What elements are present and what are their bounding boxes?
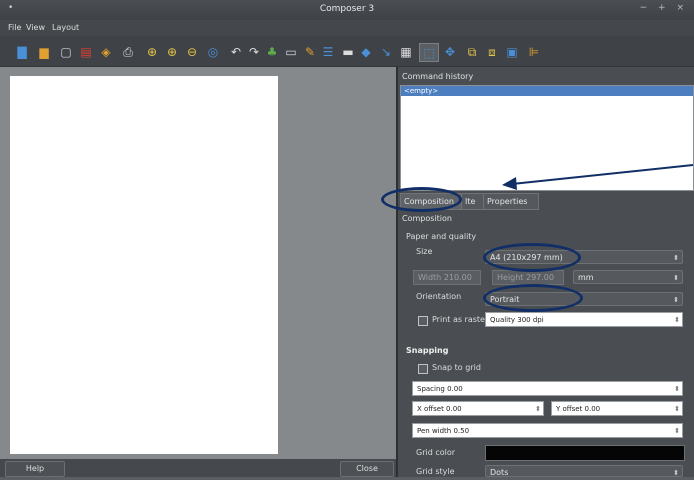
- undo-icon[interactable]: ↶: [228, 45, 244, 59]
- add-shape-icon[interactable]: ◆: [358, 45, 374, 59]
- y-offset-field[interactable]: Y offset 0.00 ⬍: [551, 401, 683, 416]
- print-raster-checkbox[interactable]: [418, 316, 428, 326]
- spinner-icon[interactable]: ⬍: [674, 382, 680, 396]
- pen-width-value: Pen width 0.50: [417, 427, 470, 435]
- align-icon[interactable]: ⊫: [526, 45, 542, 59]
- spacing-value: Spacing 0.00: [417, 385, 463, 393]
- grid-color-button[interactable]: [485, 445, 685, 461]
- annotation-ellipse-composition: [381, 187, 462, 212]
- bottom-bar: Help Close: [0, 459, 396, 477]
- grid-color-label: Grid color: [416, 448, 456, 457]
- y-offset-value: Y offset 0.00: [556, 405, 601, 413]
- menu-bar: File View Layout: [0, 20, 694, 36]
- menu-view[interactable]: View: [26, 23, 45, 32]
- spacing-field[interactable]: Spacing 0.00 ⬍: [412, 381, 683, 396]
- layout-page[interactable]: [10, 76, 278, 454]
- print-icon[interactable]: ⎙: [120, 45, 136, 59]
- grid-style-select[interactable]: Dots ⬍: [485, 465, 683, 477]
- annotation-ellipse-orientation: [483, 284, 583, 312]
- toolbar: ▇ ▆ ▢ ▤ ◈ ⎙ ⊕ ⊕ ⊖ ◎ ↶ ↷ ♣ ▭ ✎ ☰ ▬ ◆ ↘ ▦ …: [0, 36, 694, 67]
- right-panel: Command history <empty> Composition Ite …: [398, 67, 694, 477]
- orientation-label: Orientation: [416, 292, 462, 301]
- export-pdf-icon[interactable]: ▤: [78, 45, 94, 59]
- snap-grid-checkbox[interactable]: [418, 364, 428, 374]
- help-button[interactable]: Help: [5, 461, 65, 477]
- paper-quality-header: Paper and quality: [406, 232, 477, 241]
- add-items-icon[interactable]: ▢: [58, 45, 74, 59]
- add-image-icon[interactable]: ▭: [283, 45, 299, 59]
- group-icon[interactable]: ⧉: [464, 45, 480, 59]
- menu-file[interactable]: File: [8, 23, 21, 32]
- chevron-updown-icon: ⬍: [673, 254, 679, 262]
- close-button[interactable]: Close: [340, 461, 394, 477]
- add-table-icon[interactable]: ▦: [398, 45, 414, 59]
- unit-select[interactable]: mm ⬍: [573, 270, 683, 284]
- tab-properties[interactable]: Properties: [483, 193, 539, 210]
- grid-style-value: Dots: [490, 468, 509, 477]
- add-legend-icon[interactable]: ☰: [320, 45, 336, 59]
- width-field[interactable]: Width 210.00: [413, 270, 481, 285]
- x-offset-value: X offset 0.00: [417, 405, 462, 413]
- add-label-icon[interactable]: ✎: [302, 45, 318, 59]
- select-icon[interactable]: ⬚: [419, 43, 439, 62]
- title-bar: • Composer 3 − + ×: [0, 0, 694, 20]
- save-icon[interactable]: ▇: [14, 45, 30, 59]
- snapping-header: Snapping: [406, 346, 449, 355]
- window-controls[interactable]: − + ×: [640, 3, 688, 13]
- move-content-icon[interactable]: ✥: [442, 45, 458, 59]
- zoom-in-icon[interactable]: ⊕: [164, 45, 180, 59]
- add-scalebar-icon[interactable]: ▬: [340, 45, 356, 59]
- snap-grid-label: Snap to grid: [432, 363, 481, 372]
- quality-field[interactable]: Quality 300 dpi ⬍: [485, 312, 683, 327]
- height-field[interactable]: Height 297.00: [492, 270, 564, 285]
- quality-value: Quality 300 dpi: [490, 316, 544, 324]
- x-offset-field[interactable]: X offset 0.00 ⬍: [412, 401, 544, 416]
- raise-icon[interactable]: ▣: [504, 45, 520, 59]
- spinner-icon[interactable]: ⬍: [674, 424, 680, 438]
- export-svg-icon[interactable]: ◈: [98, 45, 114, 59]
- spinner-icon[interactable]: ⬍: [535, 402, 541, 416]
- annotation-ellipse-size: [483, 243, 581, 272]
- tab-item[interactable]: Ite: [461, 193, 485, 210]
- unit-value: mm: [578, 273, 594, 282]
- history-entry[interactable]: <empty>: [401, 86, 693, 96]
- zoom-full-icon[interactable]: ⊕: [144, 45, 160, 59]
- annotation-arrow: [502, 164, 694, 190]
- refresh-icon[interactable]: ◎: [205, 45, 221, 59]
- add-map-icon[interactable]: ♣: [264, 45, 280, 59]
- save-template-icon[interactable]: ▆: [36, 45, 52, 59]
- grid-style-label: Grid style: [416, 467, 455, 476]
- composer-canvas[interactable]: [0, 67, 396, 459]
- window-title: Composer 3: [319, 4, 375, 14]
- composition-title: Composition: [402, 214, 452, 223]
- ungroup-icon[interactable]: ⧈: [484, 45, 500, 59]
- redo-icon[interactable]: ↷: [246, 45, 262, 59]
- spinner-icon[interactable]: ⬍: [674, 313, 680, 327]
- spinner-icon[interactable]: ⬍: [674, 402, 680, 416]
- chevron-updown-icon: ⬍: [673, 296, 679, 304]
- add-arrow-icon[interactable]: ↘: [378, 45, 394, 59]
- chevron-updown-icon: ⬍: [673, 274, 679, 282]
- chevron-updown-icon: ⬍: [673, 469, 679, 477]
- size-label: Size: [416, 247, 433, 256]
- history-title: Command history: [402, 72, 474, 81]
- print-raster-label: Print as raster: [432, 315, 489, 324]
- pen-width-field[interactable]: Pen width 0.50 ⬍: [412, 423, 683, 438]
- menu-layout[interactable]: Layout: [52, 23, 79, 32]
- zoom-out-icon[interactable]: ⊖: [184, 45, 200, 59]
